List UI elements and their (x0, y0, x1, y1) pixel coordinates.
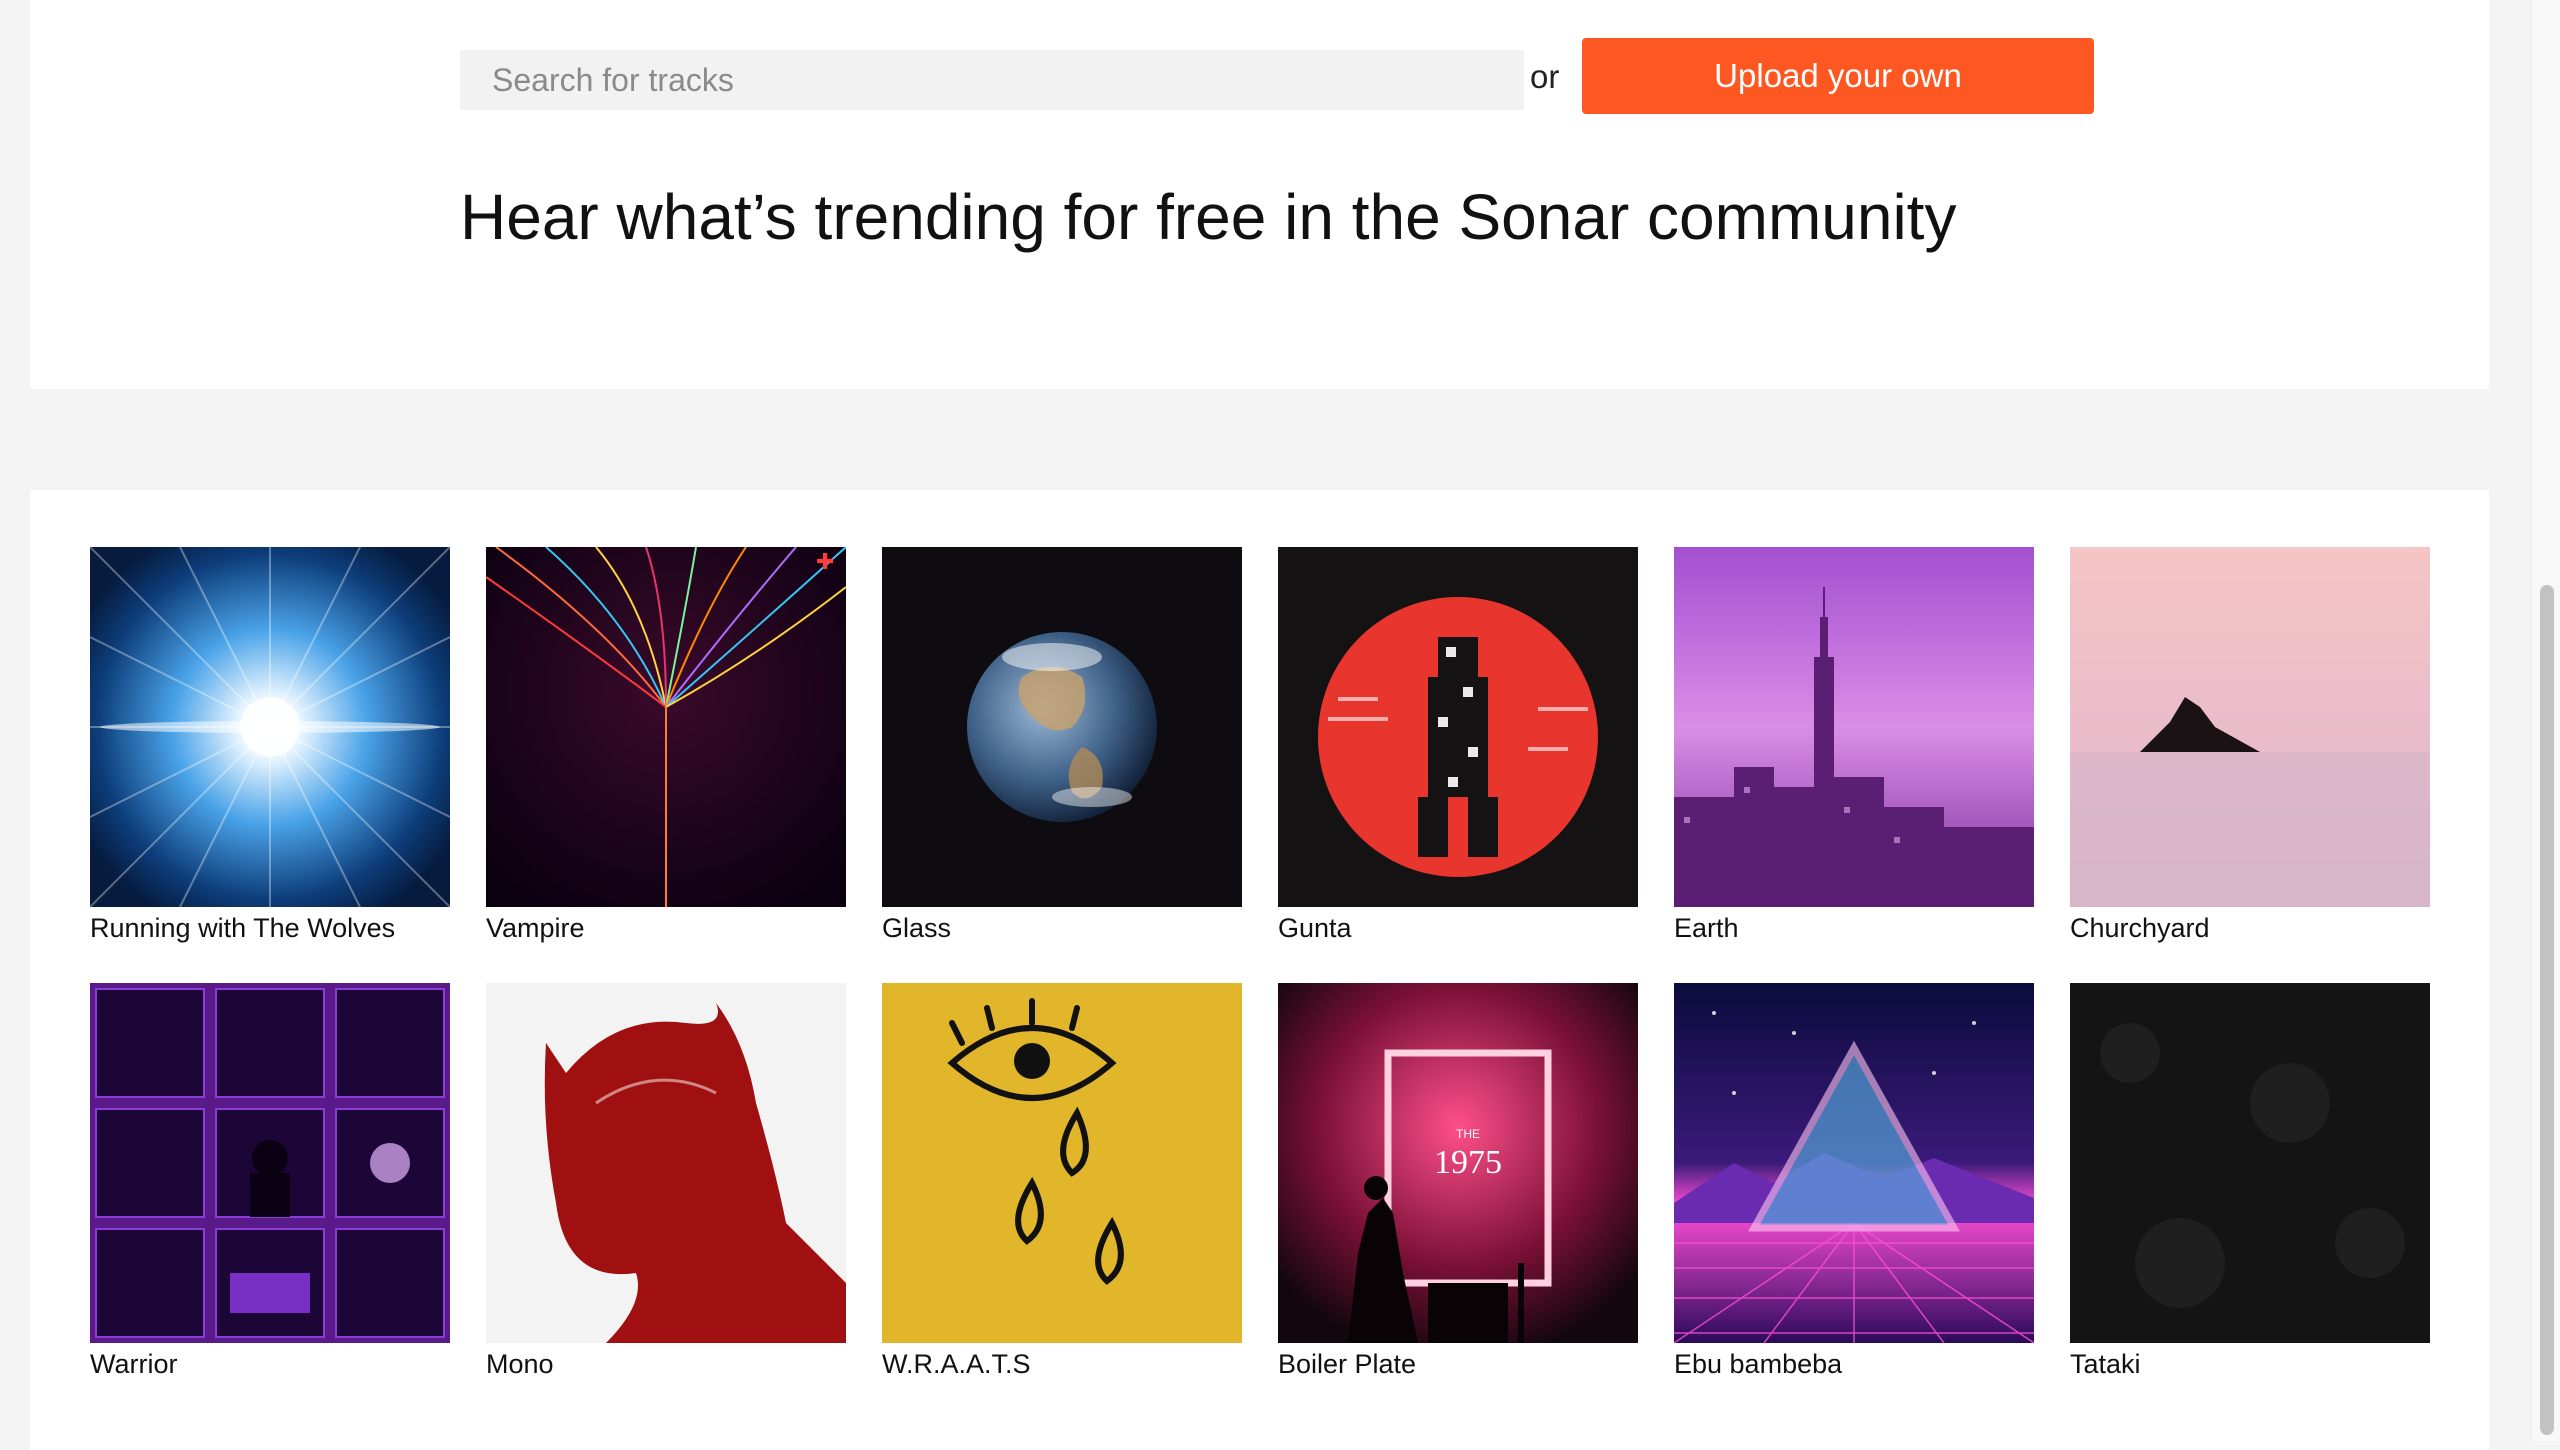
track-title[interactable]: Ebu bambeba (1674, 1349, 2034, 1383)
track-title[interactable]: Boiler Plate (1278, 1349, 1638, 1383)
track-cover-purple-collage[interactable] (90, 983, 450, 1343)
track-cover-light-burst[interactable] (90, 547, 450, 907)
track-title[interactable]: Churchyard (2070, 913, 2430, 947)
page-headline: Hear what’s trending for free in the Son… (460, 181, 1957, 253)
track-grid: Running with The Wolves ✚ Vampire Glass … (90, 547, 2430, 1383)
track-card[interactable]: THE 1975 Boiler Plate (1278, 983, 1638, 1383)
cover-band-small-text: THE (1456, 1127, 1480, 1141)
search-row: or Upload your own (430, 38, 2110, 116)
track-card[interactable]: Mono (486, 983, 846, 1383)
track-cover-red-pixel-samurai[interactable] (1278, 547, 1638, 907)
svg-text:✚: ✚ (816, 550, 834, 575)
track-card[interactable]: Tataki (2070, 983, 2430, 1383)
track-title[interactable]: Glass (882, 913, 1242, 947)
track-cover-red-devil-silhouette[interactable] (486, 983, 846, 1343)
track-cover-earth-globe[interactable] (882, 547, 1242, 907)
cover-band-text: 1975 (1434, 1144, 1502, 1181)
track-cover-neon-band-rectangle[interactable]: THE 1975 (1278, 983, 1638, 1343)
track-cover-color-threads[interactable]: ✚ (486, 547, 846, 907)
scrollbar[interactable] (2531, 0, 2560, 1441)
search-input[interactable] (460, 50, 1524, 110)
track-cover-synthwave-triangle[interactable] (1674, 983, 2034, 1343)
upload-button[interactable]: Upload your own (1582, 38, 2094, 114)
track-card[interactable]: Glass (882, 547, 1242, 947)
search-panel: or Upload your own Hear what’s trending … (30, 0, 2489, 389)
track-cover-purple-city-skyline[interactable] (1674, 547, 2034, 907)
track-title[interactable]: Gunta (1278, 913, 1638, 947)
track-cover-pink-sea-island[interactable] (2070, 547, 2430, 907)
track-card[interactable]: Earth (1674, 547, 2034, 947)
track-card[interactable]: ✚ Vampire (486, 547, 846, 947)
track-card[interactable]: Churchyard (2070, 547, 2430, 947)
track-title[interactable]: Warrior (90, 1349, 450, 1383)
track-card[interactable]: Ebu bambeba (1674, 983, 2034, 1383)
track-title[interactable]: Vampire (486, 913, 846, 947)
track-title[interactable]: Running with The Wolves (90, 913, 450, 947)
track-card[interactable]: Gunta (1278, 547, 1638, 947)
trending-panel: Running with The Wolves ✚ Vampire Glass … (30, 490, 2489, 1450)
track-title[interactable]: W.R.A.A.T.S (882, 1349, 1242, 1383)
track-cover-crying-eye[interactable] (882, 983, 1242, 1343)
scrollbar-thumb[interactable] (2540, 585, 2554, 1435)
or-separator: or (1530, 58, 1560, 95)
track-card[interactable]: Warrior (90, 983, 450, 1383)
track-cover-black-texture[interactable] (2070, 983, 2430, 1343)
track-card[interactable]: Running with The Wolves (90, 547, 450, 947)
track-card[interactable]: W.R.A.A.T.S (882, 983, 1242, 1383)
track-title[interactable]: Mono (486, 1349, 846, 1383)
track-title[interactable]: Earth (1674, 913, 2034, 947)
track-title[interactable]: Tataki (2070, 1349, 2430, 1383)
